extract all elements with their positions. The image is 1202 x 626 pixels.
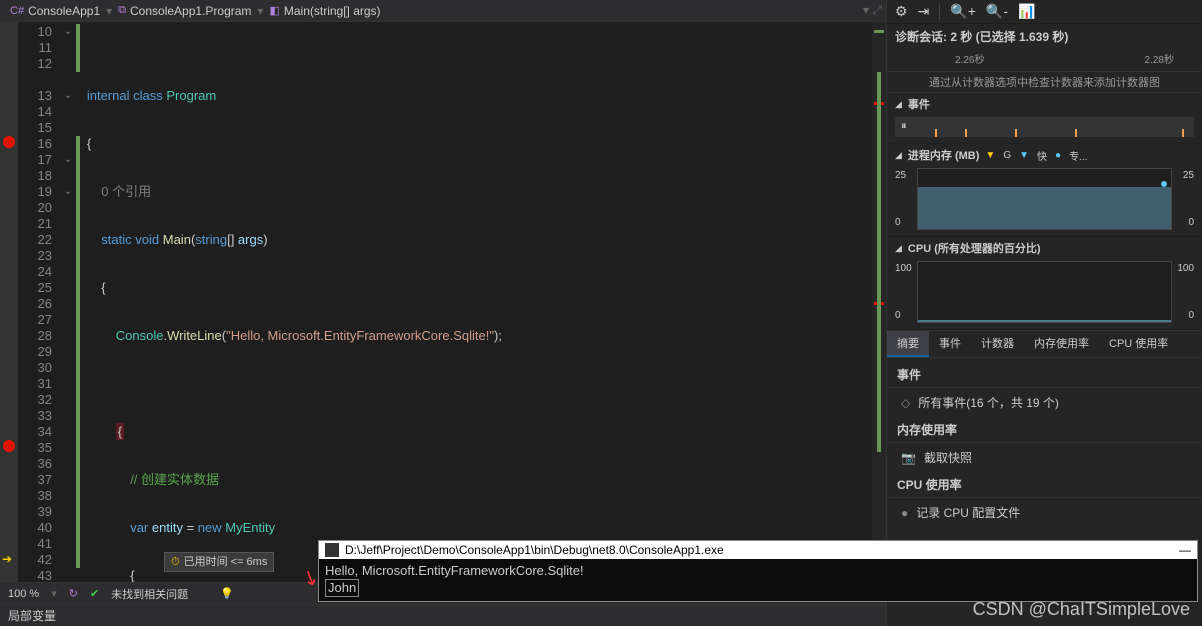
- locals-panel-title[interactable]: 局部变量: [0, 604, 886, 626]
- cpu-header: CPU (所有处理器的百分比): [908, 240, 1041, 256]
- record-cpu-row[interactable]: ●记录 CPU 配置文件: [887, 498, 1202, 527]
- current-line-arrow-icon: ➔: [2, 552, 12, 566]
- crumb-file-label: ConsoleApp1: [28, 4, 100, 18]
- breakpoint-margin[interactable]: ➔: [0, 22, 18, 582]
- code-lens-refs[interactable]: 0 个引用: [101, 184, 151, 199]
- console-output: Hello, Microsoft.EntityFrameworkCore.Sql…: [319, 559, 1197, 601]
- console-icon: [325, 543, 339, 557]
- section-events: 事件: [887, 362, 1202, 388]
- zoom-out-icon[interactable]: 🔍-: [986, 3, 1008, 20]
- diag-tab-3[interactable]: 内存使用率: [1024, 331, 1099, 357]
- crumb-method[interactable]: ◧ Main(string[] args): [263, 4, 386, 18]
- diag-tab-2[interactable]: 计数器: [971, 331, 1024, 357]
- diag-tab-4[interactable]: CPU 使用率: [1099, 331, 1178, 357]
- check-icon: ✔: [90, 587, 99, 600]
- console-titlebar[interactable]: D:\Jeff\Project\Demo\ConsoleApp1\bin\Deb…: [319, 541, 1197, 559]
- camera-icon: 📷: [901, 451, 916, 465]
- method-icon: ◧: [269, 4, 279, 17]
- class-icon: ⧉: [118, 4, 126, 17]
- crumb-dropdown-icon[interactable]: ▾ ⤢: [863, 3, 882, 18]
- collapse-icon[interactable]: ◢: [895, 243, 902, 254]
- section-cpu: CPU 使用率: [887, 472, 1202, 498]
- chart-icon[interactable]: 📊: [1018, 3, 1035, 20]
- timing-tooltip: ⏱已用时间 <= 6ms: [164, 552, 274, 572]
- goto-icon[interactable]: ⇥: [918, 3, 930, 20]
- section-memory: 内存使用率: [887, 417, 1202, 443]
- zoom-in-icon[interactable]: 🔍+: [950, 3, 976, 20]
- lightbulb-icon[interactable]: 💡: [220, 587, 234, 600]
- zoom-level[interactable]: 100 %: [8, 588, 39, 600]
- breakpoint-icon[interactable]: [3, 440, 15, 452]
- issues-label[interactable]: 未找到相关问题: [111, 586, 188, 602]
- code-editor[interactable]: ➔ 10111213141516171819202122232425262728…: [0, 22, 886, 582]
- counters-hint: 通过从计数器选项中检查计数器来添加计数器图: [887, 71, 1202, 93]
- crumb-class[interactable]: ⧉ ConsoleApp1.Program: [112, 4, 257, 18]
- gear-icon[interactable]: ⚙: [895, 3, 908, 20]
- console-title-text: D:\Jeff\Project\Demo\ConsoleApp1\bin\Deb…: [345, 543, 724, 557]
- diag-tab-1[interactable]: 事件: [929, 331, 971, 357]
- minimize-icon[interactable]: —: [1179, 543, 1191, 557]
- fold-column[interactable]: ⌄⌄⌄⌄: [60, 22, 76, 582]
- diag-tab-0[interactable]: 摘要: [887, 331, 929, 357]
- diag-toolbar: ⚙ ⇥ 🔍+ 🔍- 📊: [887, 0, 1202, 24]
- diag-tabs: 摘要事件计数器内存使用率CPU 使用率: [887, 330, 1202, 358]
- events-header: 事件: [908, 96, 930, 112]
- line-numbers: 1011121314151617181920212223242526272829…: [18, 22, 60, 582]
- memory-chart[interactable]: 250 250: [895, 168, 1194, 230]
- breakpoint-icon[interactable]: [3, 136, 15, 148]
- crumb-method-label: Main(string[] args): [284, 4, 381, 18]
- csharp-file-icon: C#: [10, 5, 24, 17]
- snapshot-row[interactable]: 📷截取快照: [887, 443, 1202, 472]
- cpu-chart[interactable]: 1000 1000: [895, 261, 1194, 323]
- crumb-file[interactable]: C# ConsoleApp1: [4, 4, 106, 18]
- code-text-area[interactable]: internal class Program { 0 个引用 static vo…: [76, 22, 872, 582]
- pause-icon: ⏸: [901, 120, 907, 133]
- watermark: CSDN @ChaITSimpleLove: [973, 599, 1190, 620]
- events-timeline[interactable]: ⏸: [895, 117, 1194, 137]
- timeline-ruler[interactable]: 2.26秒 2.28秒: [895, 51, 1194, 69]
- scroll-map[interactable]: [872, 22, 886, 582]
- collapse-icon[interactable]: ◢: [895, 99, 902, 110]
- memory-header: 进程内存 (MB): [908, 147, 980, 163]
- diagnostics-panel: ⚙ ⇥ 🔍+ 🔍- 📊 诊断会话: 2 秒 (已选择 1.639 秒) 2.26…: [887, 0, 1202, 626]
- crumb-class-label: ConsoleApp1.Program: [130, 4, 251, 18]
- diag-session-label: 诊断会话: 2 秒 (已选择 1.639 秒): [887, 24, 1202, 49]
- refresh-icon[interactable]: ↻: [69, 587, 78, 600]
- all-events-row[interactable]: ◇所有事件(16 个，共 19 个): [887, 388, 1202, 417]
- collapse-icon[interactable]: ◢: [895, 150, 902, 161]
- record-icon: ●: [901, 506, 908, 520]
- breadcrumb: C# ConsoleApp1 ▾ ⧉ ConsoleApp1.Program ▾…: [0, 0, 886, 22]
- console-window: D:\Jeff\Project\Demo\ConsoleApp1\bin\Deb…: [318, 540, 1198, 602]
